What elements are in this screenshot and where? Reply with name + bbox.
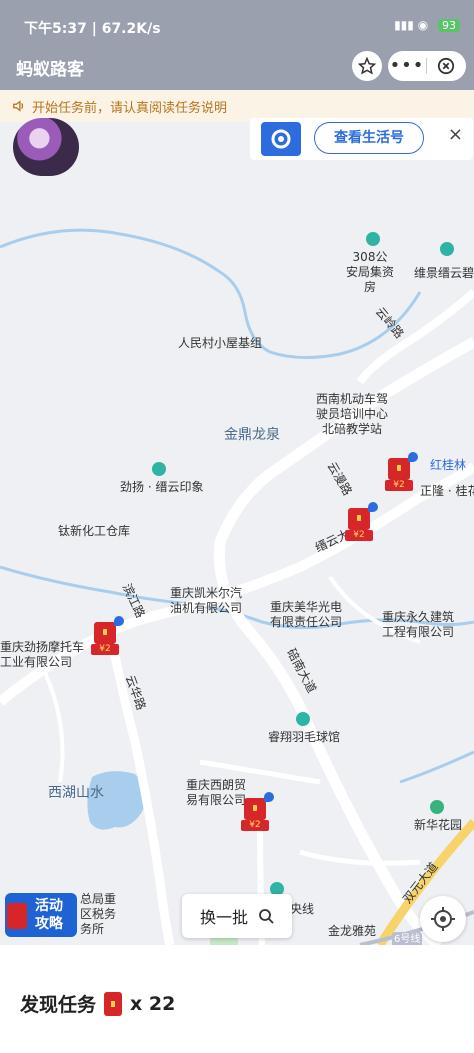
activity-guide-label: 活动 攻略 (35, 898, 63, 932)
map-label-yongjiu: 重庆永久建筑 工程有限公司 (382, 610, 455, 639)
found-tasks-label: 发现任务 (20, 994, 97, 1016)
battery-indicator: 93 (438, 19, 460, 32)
speaker-icon (13, 100, 24, 112)
crosshair-icon (431, 907, 455, 931)
favorite-button[interactable] (352, 51, 382, 81)
status-icons: ▮▮▮ ◉ 93 (394, 18, 460, 32)
poi-icon (440, 242, 454, 256)
life-account-icon (271, 129, 291, 149)
refresh-batch-label: 换一批 (199, 908, 248, 927)
close-button[interactable] (427, 57, 465, 75)
map-label-xinhua: 新华花园 (414, 818, 463, 832)
map-view[interactable]: 308公 安局集资房 维景缙云碧 人民村小屋基组 西南机动车驾 驶员培训中心 北碚教学… (0, 122, 474, 945)
poi-icon (366, 232, 380, 246)
map-label-renmin: 人民村小屋基组 (178, 336, 263, 350)
user-avatar[interactable] (13, 118, 79, 176)
map-label-jinyang: 重庆劲扬摩托车 工业有限公司 (0, 640, 85, 669)
miniapp-capsule: ••• (388, 51, 466, 81)
activity-guide-button[interactable]: 活动 攻略 (5, 893, 77, 937)
red-packet-amount: ¥2 (385, 480, 413, 491)
red-packet-icon (388, 458, 410, 480)
view-life-account-button[interactable]: 查看生活号 (314, 122, 424, 154)
red-envelope-icon (104, 991, 123, 1016)
red-envelope-icon (7, 903, 27, 929)
page-title: 蚂蚁路客 (16, 60, 84, 80)
found-tasks-count: x 22 (130, 992, 176, 1015)
close-card-icon[interactable]: × (448, 124, 463, 145)
poi-icon (430, 800, 444, 814)
map-label-hongguilin: 红桂林 (430, 458, 467, 472)
red-packet-marker[interactable]: ¥2 (91, 622, 119, 655)
map-label-xian: 央线 (290, 902, 315, 916)
map-tag-icon (408, 452, 418, 462)
map-label-taixin: 钛新化工仓库 (58, 524, 131, 538)
refresh-batch-button[interactable]: 换一批 (182, 894, 292, 938)
star-icon (358, 57, 376, 75)
red-packet-icon (94, 622, 116, 644)
poi-icon (152, 462, 166, 476)
locate-button[interactable] (420, 896, 466, 942)
map-label-tax: 总局重 区税务 务所 (80, 892, 117, 936)
map-tag-icon (368, 502, 378, 512)
metro-line-badge: 6号线 (392, 932, 423, 945)
map-label-jinlong: 金龙雅苑 (328, 924, 377, 938)
close-circle-icon (437, 57, 455, 75)
map-tag-icon (114, 616, 124, 626)
map-label-xihu: 西湖山水 (48, 785, 104, 801)
map-label-308: 308公 安局集资房 (346, 250, 395, 294)
red-packet-marker[interactable]: ¥2 (241, 798, 269, 831)
red-packet-icon (348, 508, 370, 530)
map-label-kaimier: 重庆凯米尔汽 油机有限公司 (170, 586, 243, 615)
poi-icon (296, 712, 310, 726)
map-label-zhengwei: 正隆 · 桂花 (420, 484, 474, 498)
map-label-xilang: 重庆西朗贸 易有限公司 (186, 778, 247, 807)
red-packet-marker[interactable]: ¥2 (385, 458, 413, 491)
map-tag-icon (264, 792, 274, 802)
red-packet-marker[interactable]: ¥2 (345, 508, 373, 541)
status-time: 下午5:37 | 67.2K/s (24, 21, 161, 37)
found-tasks-summary: 发现任务 x 22 (20, 990, 175, 1017)
life-account-card: 查看生活号 × (250, 118, 473, 160)
red-packet-icon (244, 798, 266, 820)
status-bar: 下午5:37 | 67.2K/s ▮▮▮ ◉ 93 (0, 0, 474, 40)
map-label-meihua: 重庆美华光电 有限责任公司 (270, 600, 343, 629)
map-label-jinsheng: 劲扬 · 缙云印象 (120, 480, 204, 494)
map-label-xinan: 西南机动车驾 驶员培训中心 北碚教学站 (316, 392, 389, 436)
map-label-jinding: 金鼎龙泉 (224, 427, 280, 443)
more-button[interactable]: ••• (388, 57, 426, 75)
map-label-weijing: 维景缙云碧 (414, 266, 474, 280)
notice-text: 开始任务前，请认真阅读任务说明 (32, 100, 228, 116)
map-label-ruixiang: 睿翔羽毛球馆 (268, 730, 341, 744)
search-icon (259, 909, 274, 924)
life-account-logo (261, 122, 301, 156)
red-packet-amount: ¥2 (241, 820, 269, 831)
red-packet-amount: ¥2 (91, 644, 119, 655)
red-packet-amount: ¥2 (345, 530, 373, 541)
